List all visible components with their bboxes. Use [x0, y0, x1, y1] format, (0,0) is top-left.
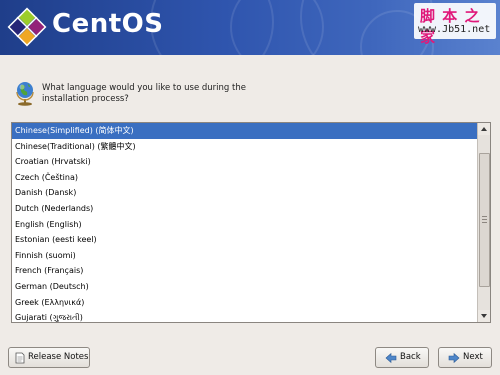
- watermark-url: www.Jb51.net: [418, 24, 491, 35]
- language-item-selected[interactable]: Chinese(Simplified) (简体中文): [12, 123, 477, 139]
- next-button[interactable]: Next: [438, 347, 492, 368]
- language-item[interactable]: Danish (Dansk): [12, 185, 477, 201]
- scroll-up-arrow-icon[interactable]: [478, 123, 490, 135]
- language-item[interactable]: Dutch (Nederlands): [12, 201, 477, 217]
- language-item[interactable]: Finnish (suomi): [12, 248, 477, 264]
- language-item[interactable]: Chinese(Traditional) (繁體中文): [12, 139, 477, 155]
- globe-icon: [16, 82, 34, 106]
- language-item[interactable]: English (English): [12, 217, 477, 233]
- next-label: Next: [463, 352, 483, 362]
- brand-title: CentOS: [52, 9, 164, 39]
- scroll-grip-line: [482, 222, 487, 223]
- scroll-grip-line: [482, 219, 487, 220]
- back-button[interactable]: Back: [375, 347, 429, 368]
- language-prompt: What language would you like to use duri…: [42, 83, 246, 104]
- language-item[interactable]: Greek (Ελληνικά): [12, 295, 477, 311]
- vertical-scrollbar[interactable]: [477, 123, 490, 322]
- language-item[interactable]: Czech (Čeština): [12, 170, 477, 186]
- back-arrow-icon: [385, 352, 397, 364]
- back-label: Back: [400, 352, 421, 362]
- language-item[interactable]: Estonian (eesti keel): [12, 232, 477, 248]
- language-listbox[interactable]: Chinese(Simplified) (简体中文) Chinese(Tradi…: [11, 122, 491, 323]
- document-icon: [15, 352, 25, 364]
- next-arrow-icon: [448, 352, 460, 364]
- language-item[interactable]: Croatian (Hrvatski): [12, 154, 477, 170]
- release-notes-label: Release Notes: [28, 352, 89, 362]
- header-banner: CentOS 脚 本 之 家 www.Jb51.net: [0, 0, 500, 55]
- language-item[interactable]: Gujarati (ગુજરાતી): [12, 310, 477, 322]
- scrollbar-thumb[interactable]: [479, 153, 490, 287]
- scroll-grip-line: [482, 216, 487, 217]
- scroll-down-arrow-icon[interactable]: [478, 310, 490, 322]
- centos-logo-icon: [7, 7, 47, 47]
- language-rows: Chinese(Simplified) (简体中文) Chinese(Tradi…: [12, 123, 477, 322]
- language-item[interactable]: French (Français): [12, 263, 477, 279]
- language-item[interactable]: German (Deutsch): [12, 279, 477, 295]
- release-notes-button[interactable]: Release Notes: [8, 347, 90, 368]
- watermark: 脚 本 之 家 www.Jb51.net: [414, 3, 496, 46]
